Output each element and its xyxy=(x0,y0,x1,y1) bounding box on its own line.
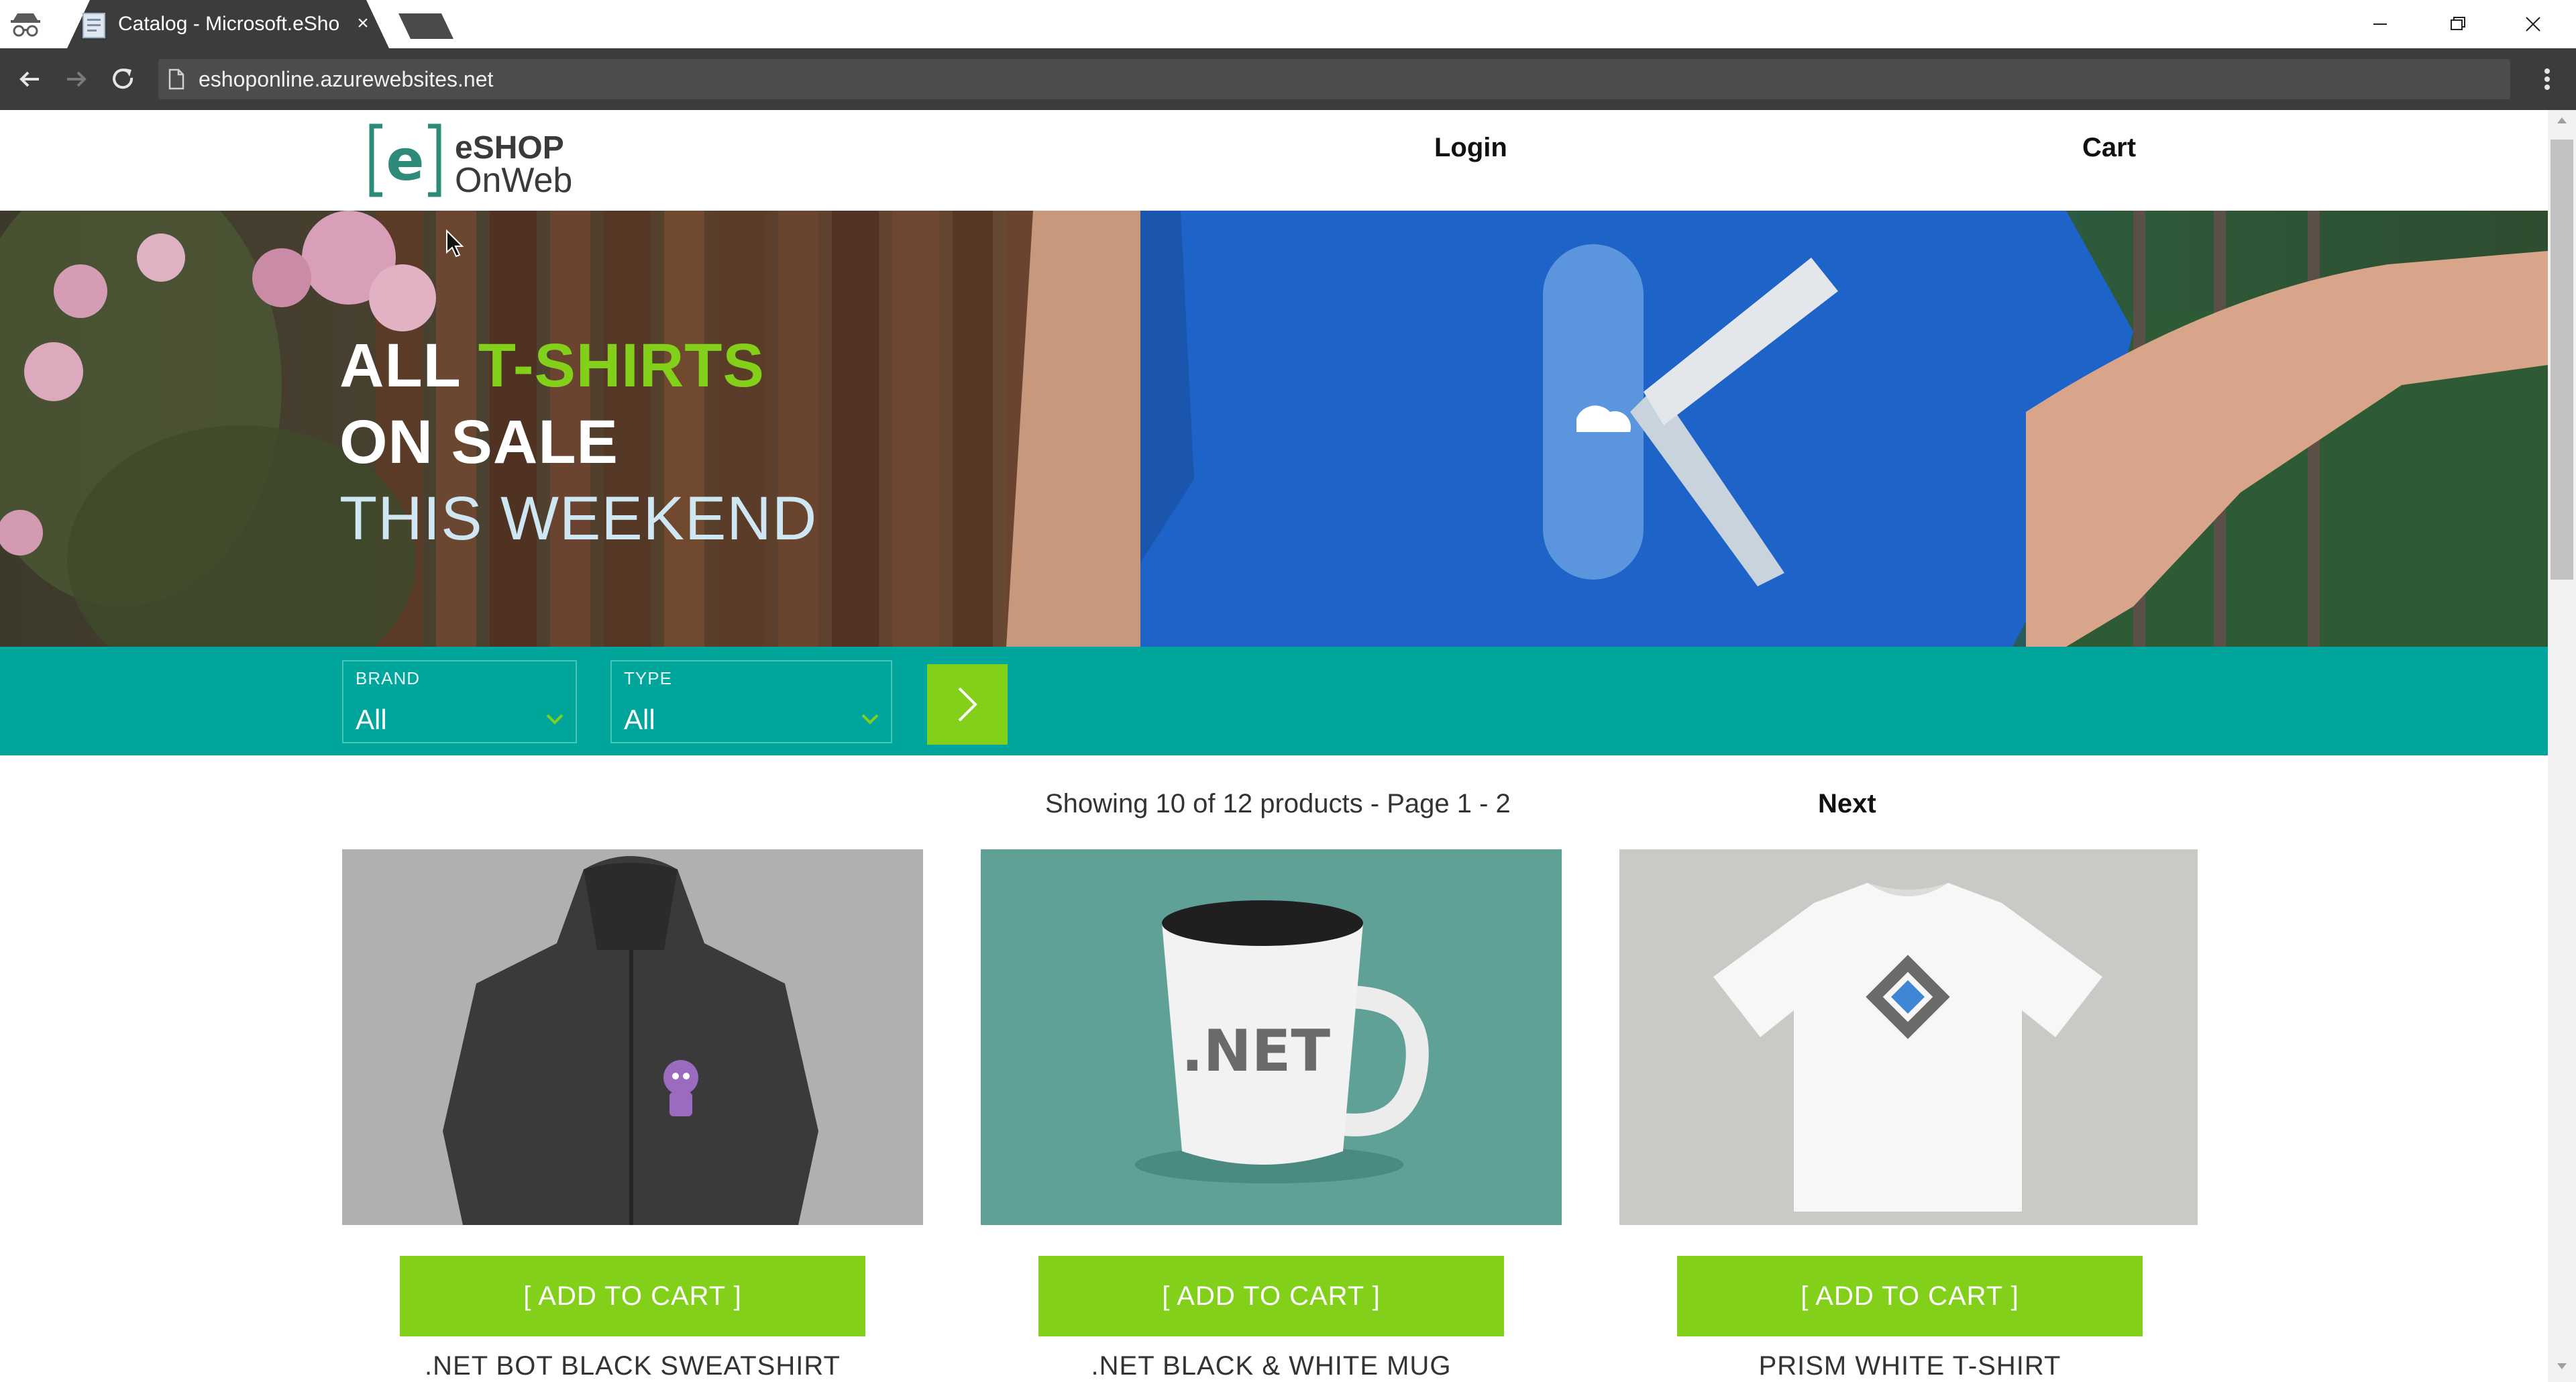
hero-headline-line3: THIS WEEKEND xyxy=(339,484,818,553)
tab-title: Catalog - Microsoft.eSho xyxy=(118,13,339,35)
pager-next-link[interactable]: Next xyxy=(1818,784,1876,824)
site-logo[interactable]: e eSHOP OnWeb xyxy=(368,122,589,199)
product-image-tshirt[interactable] xyxy=(1619,849,2198,1225)
chevron-down-icon xyxy=(546,714,564,725)
scroll-up-arrow-icon[interactable] xyxy=(2556,115,2568,125)
cart-link[interactable]: Cart xyxy=(2082,127,2136,168)
brand-label: BRAND xyxy=(356,668,421,688)
chevron-right-icon xyxy=(958,687,977,722)
incognito-icon xyxy=(11,13,40,37)
hero-text-all: ALL xyxy=(339,331,478,400)
mouse-cursor-icon xyxy=(446,229,464,258)
filter-apply-button[interactable] xyxy=(927,664,1008,745)
type-label: TYPE xyxy=(624,668,672,688)
page-viewport: e eSHOP OnWeb Login Cart ALL T-SHIRTS ON… xyxy=(0,110,2548,1382)
product-image xyxy=(1619,849,2198,1225)
close-icon[interactable]: × xyxy=(353,13,373,34)
minimize-icon[interactable] xyxy=(2348,4,2412,44)
chevron-down-icon xyxy=(861,714,879,725)
hero-headline-line2: ON SALE xyxy=(339,408,619,476)
product-name: PRISM WHITE T-SHIRT xyxy=(1758,1351,2061,1381)
brand-select[interactable]: BRAND All xyxy=(342,660,577,743)
back-arrow-icon[interactable] xyxy=(13,63,46,95)
new-tab-button[interactable] xyxy=(398,13,453,39)
product-name: .NET BOT BLACK SWEATSHIRT xyxy=(425,1351,841,1381)
address-bar[interactable] xyxy=(158,59,2510,99)
browser-titlebar: Catalog - Microsoft.eSho × xyxy=(0,0,2576,48)
pager-summary: Showing 10 of 12 products - Page 1 - 2 xyxy=(1045,789,1511,818)
forward-arrow-icon[interactable] xyxy=(60,63,93,95)
hero-banner: ALL T-SHIRTS ON SALE THIS WEEKEND xyxy=(0,211,2548,647)
scrollbar-thumb[interactable] xyxy=(2551,140,2573,580)
url-text[interactable]: eshoponline.azurewebsites.net xyxy=(199,64,493,94)
product-name: .NET BLACK & WHITE MUG xyxy=(1091,1351,1452,1381)
type-select[interactable]: TYPE All xyxy=(610,660,892,743)
svg-text:e: e xyxy=(386,127,425,193)
brand-value: All xyxy=(356,704,387,735)
product-image: .NET xyxy=(981,849,1562,1225)
document-icon xyxy=(83,13,105,38)
logo-badge: e xyxy=(369,123,441,197)
catalog-filter-bar: BRAND All TYPE All xyxy=(0,647,2548,755)
kebab-menu-icon[interactable] xyxy=(2537,63,2557,95)
reload-icon[interactable] xyxy=(107,63,140,95)
site-header: e eSHOP OnWeb Login Cart xyxy=(0,110,2548,211)
logo-text-eshop: eSHOP xyxy=(455,130,564,166)
add-to-cart-button[interactable]: [ ADD TO CART ] xyxy=(1677,1256,2143,1336)
scroll-down-arrow-icon[interactable] xyxy=(2556,1362,2568,1371)
window-close-icon[interactable] xyxy=(2501,4,2565,44)
login-link[interactable]: Login xyxy=(1434,127,1507,168)
product-image-mug[interactable]: .NET xyxy=(981,849,1562,1225)
hero-text-tshirts: T-SHIRTS xyxy=(478,331,765,400)
add-to-cart-button[interactable]: [ ADD TO CART ] xyxy=(1038,1256,1504,1336)
page-info-icon[interactable] xyxy=(168,68,185,90)
hero-headline-line1: ALL T-SHIRTS xyxy=(339,329,765,403)
type-value: All xyxy=(624,704,655,735)
mug-print-text: .NET xyxy=(1181,1018,1330,1085)
restore-icon[interactable] xyxy=(2424,4,2489,44)
logo-text-onweb: OnWeb xyxy=(455,161,573,200)
product-image xyxy=(342,849,923,1225)
add-to-cart-button[interactable]: [ ADD TO CART ] xyxy=(400,1256,865,1336)
product-image-sweatshirt[interactable] xyxy=(342,849,923,1225)
